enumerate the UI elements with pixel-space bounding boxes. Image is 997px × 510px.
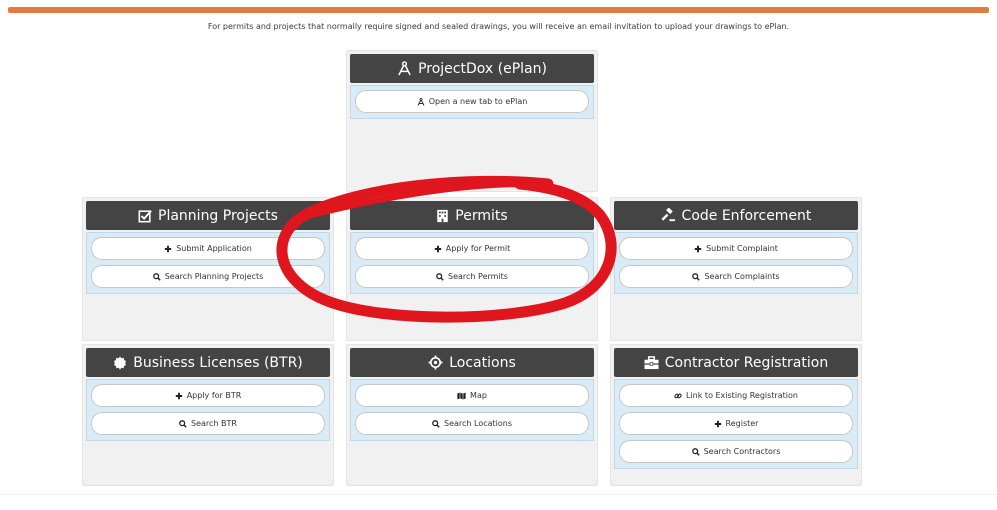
card-contractor-title: Contractor Registration [664, 354, 829, 371]
top-accent-bar [8, 7, 989, 13]
submit-complaint-button[interactable]: Submit Complaint [619, 237, 853, 260]
search-icon [436, 272, 444, 281]
map-icon [457, 392, 466, 400]
search-planning-projects-button[interactable]: Search Planning Projects [91, 265, 325, 288]
open-eplan-button[interactable]: Open a new tab to ePlan [355, 90, 589, 113]
card-locations-header: Locations [350, 348, 594, 377]
card-locations-title: Locations [449, 354, 516, 371]
search-btr-button[interactable]: Search BTR [91, 412, 325, 435]
search-locations-label: Search Locations [443, 419, 513, 428]
check-square-icon [138, 209, 152, 223]
card-permits-actions: Apply for Permit Search Permits [350, 232, 594, 294]
card-planning-projects: Planning Projects Submit Application Sea… [82, 197, 334, 341]
submit-application-button[interactable]: Submit Application [91, 237, 325, 260]
card-business-title: Business Licenses (BTR) [133, 354, 303, 371]
card-projectdox-header: ProjectDox (ePlan) [350, 54, 594, 83]
card-planning-title: Planning Projects [158, 207, 278, 224]
building-icon [436, 209, 449, 223]
card-code-actions: Submit Complaint Search Complaints [614, 232, 858, 294]
register-button[interactable]: Register [619, 412, 853, 435]
card-planning-actions: Submit Application Search Planning Proje… [86, 232, 330, 294]
search-permits-label: Search Permits [448, 272, 508, 281]
card-permits: Permits Apply for Permit Search Permits [346, 197, 598, 341]
plus-icon [175, 392, 183, 400]
apply-for-permit-button[interactable]: Apply for Permit [355, 237, 589, 260]
link-icon [674, 392, 682, 400]
link-existing-registration-label: Link to Existing Registration [686, 391, 798, 400]
search-complaints-button[interactable]: Search Complaints [619, 265, 853, 288]
card-contractor-actions: Link to Existing Registration Register S… [614, 379, 858, 469]
card-business-licenses: Business Licenses (BTR) Apply for BTR Se… [82, 344, 334, 486]
search-icon [432, 419, 440, 428]
card-permits-header: Permits [350, 201, 594, 230]
map-button[interactable]: Map [355, 384, 589, 407]
link-existing-registration-button[interactable]: Link to Existing Registration [619, 384, 853, 407]
search-contractors-label: Search Contractors [703, 447, 781, 456]
search-icon [152, 272, 161, 281]
footer-divider [0, 494, 997, 495]
compass-icon [397, 61, 412, 76]
card-code-title: Code Enforcement [681, 207, 812, 224]
card-code-header: Code Enforcement [614, 201, 858, 230]
map-label: Map [470, 391, 487, 400]
register-label: Register [725, 419, 759, 428]
search-icon [179, 419, 187, 428]
search-permits-button[interactable]: Search Permits [355, 265, 589, 288]
card-business-actions: Apply for BTR Search BTR [86, 379, 330, 441]
open-eplan-label: Open a new tab to ePlan [428, 97, 528, 106]
submit-complaint-label: Submit Complaint [706, 244, 778, 253]
compass-icon [417, 97, 425, 106]
target-icon [428, 355, 443, 370]
plus-icon [164, 245, 172, 253]
card-projectdox-title: ProjectDox (ePlan) [418, 60, 547, 77]
search-locations-button[interactable]: Search Locations [355, 412, 589, 435]
ePlan-notice: For permits and projects that normally r… [207, 22, 790, 31]
apply-for-permit-label: Apply for Permit [445, 244, 511, 253]
card-locations: Locations Map Search Locations [346, 344, 598, 486]
briefcase-icon [644, 355, 659, 370]
card-permits-title: Permits [455, 207, 508, 224]
search-icon [692, 272, 701, 281]
plus-icon [434, 245, 442, 253]
plus-icon [694, 245, 702, 253]
card-projectdox: ProjectDox (ePlan) Open a new tab to ePl… [346, 50, 598, 192]
gavel-icon [661, 208, 676, 223]
submit-application-label: Submit Application [176, 244, 252, 253]
certificate-icon [113, 355, 127, 370]
card-contractor-registration: Contractor Registration Link to Existing… [610, 344, 862, 486]
card-locations-actions: Map Search Locations [350, 379, 594, 441]
plus-icon [714, 420, 722, 428]
search-icon [691, 447, 700, 456]
apply-for-btr-button[interactable]: Apply for BTR [91, 384, 325, 407]
search-complaints-label: Search Complaints [704, 272, 780, 281]
card-business-header: Business Licenses (BTR) [86, 348, 330, 377]
card-planning-header: Planning Projects [86, 201, 330, 230]
card-contractor-header: Contractor Registration [614, 348, 858, 377]
card-projectdox-actions: Open a new tab to ePlan [350, 85, 594, 119]
search-planning-projects-label: Search Planning Projects [164, 272, 264, 281]
apply-for-btr-label: Apply for BTR [186, 391, 242, 400]
search-contractors-button[interactable]: Search Contractors [619, 440, 853, 463]
card-code-enforcement: Code Enforcement Submit Complaint Search… [610, 197, 862, 341]
search-btr-label: Search BTR [191, 419, 237, 428]
